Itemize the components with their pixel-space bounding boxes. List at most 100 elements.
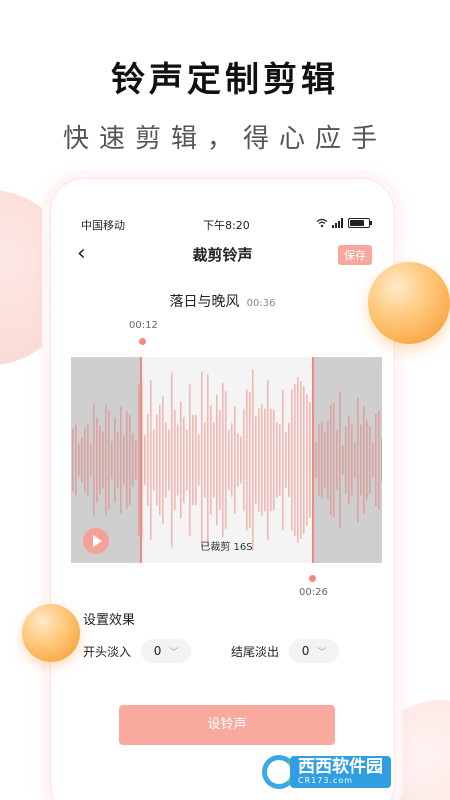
waveform-bar xyxy=(120,406,122,514)
nav-bar: ‹ 裁剪铃声 保存 xyxy=(51,239,394,269)
waveform-bar xyxy=(159,404,161,516)
waveform-bar xyxy=(306,394,308,526)
waveform-bar xyxy=(258,408,260,512)
waveform-bar xyxy=(129,414,131,506)
waveform-bar xyxy=(237,433,239,487)
save-button[interactable]: 保存 xyxy=(338,245,372,265)
waveform-bar xyxy=(117,431,119,489)
waveform-bar xyxy=(207,374,209,546)
waveform-bar xyxy=(252,369,254,551)
chevron-down-icon: ﹀ xyxy=(317,647,327,658)
waveform-bar xyxy=(96,417,98,503)
chevron-down-icon: ﹀ xyxy=(169,647,179,658)
waveform-bar xyxy=(327,421,329,499)
waveform-bar xyxy=(324,431,326,489)
waveform-bar xyxy=(180,401,182,519)
promo-subline: 快速剪辑，得心应手 xyxy=(62,124,387,154)
waveform-bar xyxy=(135,440,137,480)
waveform-bar xyxy=(240,436,242,484)
status-icons xyxy=(316,218,372,228)
waveform-bar xyxy=(261,404,263,516)
waveform-bar xyxy=(174,409,176,511)
clipped-duration: 已裁剪 16S xyxy=(200,542,253,553)
watermark-domain: CR173.com xyxy=(298,775,354,785)
watermark-logo: 西西软件园 CR173.com xyxy=(262,752,432,792)
waveform-bar xyxy=(288,423,290,497)
set-ringtone-button[interactable]: 设铃声 xyxy=(119,705,335,745)
fade-in-select[interactable]: 0 ﹀ xyxy=(141,639,192,663)
promo-screen: 铃声定制剪辑 快速剪辑，得心应手 中国移动 下午8:20 ‹ 裁剪铃声 保存 落… xyxy=(0,0,450,800)
trim-start-handle[interactable] xyxy=(139,338,146,345)
battery-level xyxy=(350,220,364,226)
waveform-bar xyxy=(93,404,95,516)
waveform xyxy=(71,357,382,563)
waveform-bar xyxy=(177,424,179,496)
waveform-bar xyxy=(333,402,335,518)
waveform-bar xyxy=(189,384,191,536)
waveform-bar xyxy=(375,413,377,507)
waveform-bar xyxy=(132,433,134,487)
status-bar: 中国移动 下午8:20 xyxy=(81,217,372,233)
waveform-bar xyxy=(225,391,227,529)
waveform-bar xyxy=(144,435,146,485)
waveform-bar xyxy=(192,414,194,506)
waveform-bar xyxy=(234,406,236,514)
waveform-bar xyxy=(282,389,284,531)
waveform-bar xyxy=(138,384,140,536)
waveform-bar xyxy=(75,424,77,496)
waveform-bar xyxy=(351,423,353,497)
waveform-bar xyxy=(369,426,371,494)
settings-title: 设置效果 xyxy=(83,613,136,628)
waveform-bar xyxy=(342,445,344,475)
trim-boundary-line[interactable] xyxy=(140,357,142,563)
waveform-bar xyxy=(222,383,224,537)
trim-start-time: 00:12 xyxy=(129,320,158,331)
waveform-bar xyxy=(279,424,281,496)
waveform-bar xyxy=(300,381,302,539)
waveform-bar xyxy=(309,402,311,518)
waveform-bar xyxy=(315,441,317,479)
song-duration: 00:36 xyxy=(246,298,276,309)
waveform-bar xyxy=(360,424,362,496)
waveform-bar xyxy=(273,409,275,511)
decorative-orb xyxy=(368,262,450,344)
battery-icon xyxy=(348,218,372,228)
waveform-editor[interactable]: 已裁剪 16S xyxy=(71,357,382,563)
trim-boundary-line[interactable] xyxy=(312,357,314,563)
waveform-bar xyxy=(213,422,215,498)
waveform-bar xyxy=(291,389,293,531)
waveform-bar xyxy=(366,420,368,500)
song-title: 落日与晚风 xyxy=(169,294,240,310)
waveform-bar xyxy=(219,409,221,511)
waveform-bar xyxy=(345,426,347,494)
waveform-bar xyxy=(90,443,92,477)
waveform-bar xyxy=(105,404,107,516)
fade-out-setting: 结尾淡出 0 ﹀ xyxy=(231,639,340,663)
waveform-bar xyxy=(243,409,245,511)
waveform-bar xyxy=(249,392,251,528)
waveform-bar xyxy=(321,422,323,498)
waveform-bar xyxy=(270,408,272,512)
signal-icon xyxy=(332,218,343,228)
waveform-bar xyxy=(330,404,332,516)
waveform-bar xyxy=(363,405,365,515)
waveform-bar xyxy=(378,410,380,510)
carrier-label: 中国移动 xyxy=(81,219,125,232)
waveform-bar xyxy=(111,441,113,479)
fade-out-select[interactable]: 0 ﹀ xyxy=(289,639,340,663)
waveform-bar xyxy=(294,384,296,536)
waveform-bar xyxy=(99,425,101,495)
waveform-bar xyxy=(381,437,382,483)
trim-end-handle[interactable] xyxy=(309,575,316,582)
waveform-bar xyxy=(84,427,86,493)
fade-in-setting: 开头淡入 0 ﹀ xyxy=(83,639,192,663)
fade-out-value: 0 xyxy=(301,644,310,658)
waveform-bar xyxy=(114,417,116,503)
waveform-bar xyxy=(150,380,152,540)
fade-out-label: 结尾淡出 xyxy=(231,644,280,659)
waveform-bar xyxy=(108,410,110,510)
waveform-bar xyxy=(153,429,155,491)
waveform-bar xyxy=(255,416,257,504)
waveform-bar xyxy=(210,405,212,515)
watermark-brand: 西西 xyxy=(298,756,332,777)
